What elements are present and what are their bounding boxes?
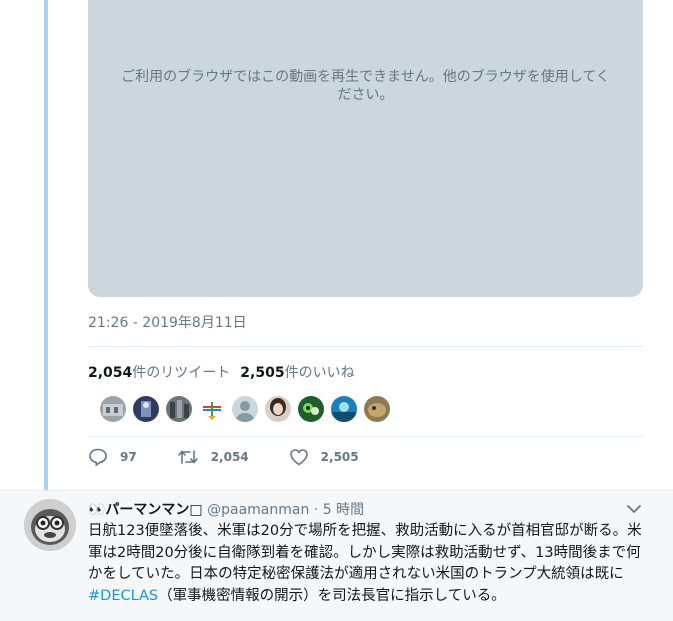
reply-display-name[interactable]: 👀パーマンマン□ — [88, 502, 203, 518]
avatar[interactable] — [199, 396, 225, 422]
reply-icon — [89, 448, 107, 466]
reply-text: 日航123便墜落後、米軍は20分で場所を把握、救助活動に入るが首相官邸が断る。米… — [88, 521, 648, 607]
tweet-actions: 97 2,054 2,505 — [88, 448, 399, 466]
hashtag-link[interactable]: #DECLAS — [88, 588, 158, 604]
divider — [88, 346, 643, 347]
like-button[interactable]: 2,505 — [289, 448, 359, 466]
video-unsupported-message: ご利用のブラウザではこの動画を再生できません。他のブラウザを使用してください。 — [121, 69, 610, 103]
avatar[interactable] — [364, 396, 390, 422]
avatar[interactable] — [298, 396, 324, 422]
reply-tweet[interactable]: 👀パーマンマン□ @paamanman · 5 時間 日航123便墜落後、米軍は… — [0, 490, 673, 621]
heart-icon — [289, 449, 308, 466]
reply-count: 97 — [120, 450, 137, 464]
tweet-timestamp[interactable]: 21:26 - 2019年8月11日 — [88, 312, 247, 332]
avatar[interactable] — [100, 396, 126, 422]
reply-time[interactable]: 5 時間 — [323, 502, 364, 518]
tweet-stats: 2,054件のリツイート 2,505件のいいね — [88, 362, 355, 382]
reply-text-tail: （軍事機密情報の開示）を司法長官に指示している。 — [158, 587, 506, 604]
retweet-count: 2,054 — [88, 365, 133, 381]
retweet-stat-link[interactable]: 2,054件のリツイート — [88, 365, 230, 381]
like-stat-link[interactable]: 2,505件のいいね — [240, 365, 354, 381]
like-count: 2,505 — [240, 365, 285, 381]
reply-text-body: 日航123便墜落後、米軍は20分で場所を把握、救助活動に入るが首相官邸が断る。米… — [88, 523, 642, 582]
video-player[interactable]: ご利用のブラウザではこの動画を再生できません。他のブラウザを使用してください。 — [88, 0, 643, 297]
avatar[interactable] — [133, 396, 159, 422]
avatar[interactable] — [331, 396, 357, 422]
chevron-down-icon[interactable] — [626, 503, 642, 515]
retweet-button[interactable]: 2,054 — [177, 448, 249, 466]
divider — [88, 436, 643, 437]
avatar[interactable] — [24, 499, 76, 551]
header-separator: · — [309, 502, 323, 518]
reply-button[interactable]: 97 — [88, 448, 137, 466]
like-action-count: 2,505 — [320, 450, 359, 464]
avatar[interactable] — [265, 396, 291, 422]
avatar[interactable] — [166, 396, 192, 422]
avatar[interactable] — [232, 396, 258, 422]
reply-handle[interactable]: @paamanman — [207, 502, 309, 518]
reply-header: 👀パーマンマン□ @paamanman · 5 時間 — [88, 499, 364, 519]
like-label: 件のいいね — [284, 365, 355, 381]
retweet-icon — [177, 450, 198, 464]
retweet-label: 件のリツイート — [132, 365, 231, 381]
retweet-action-count: 2,054 — [210, 450, 249, 464]
thread-connector-line — [44, 0, 48, 490]
liker-avatars — [100, 396, 397, 422]
